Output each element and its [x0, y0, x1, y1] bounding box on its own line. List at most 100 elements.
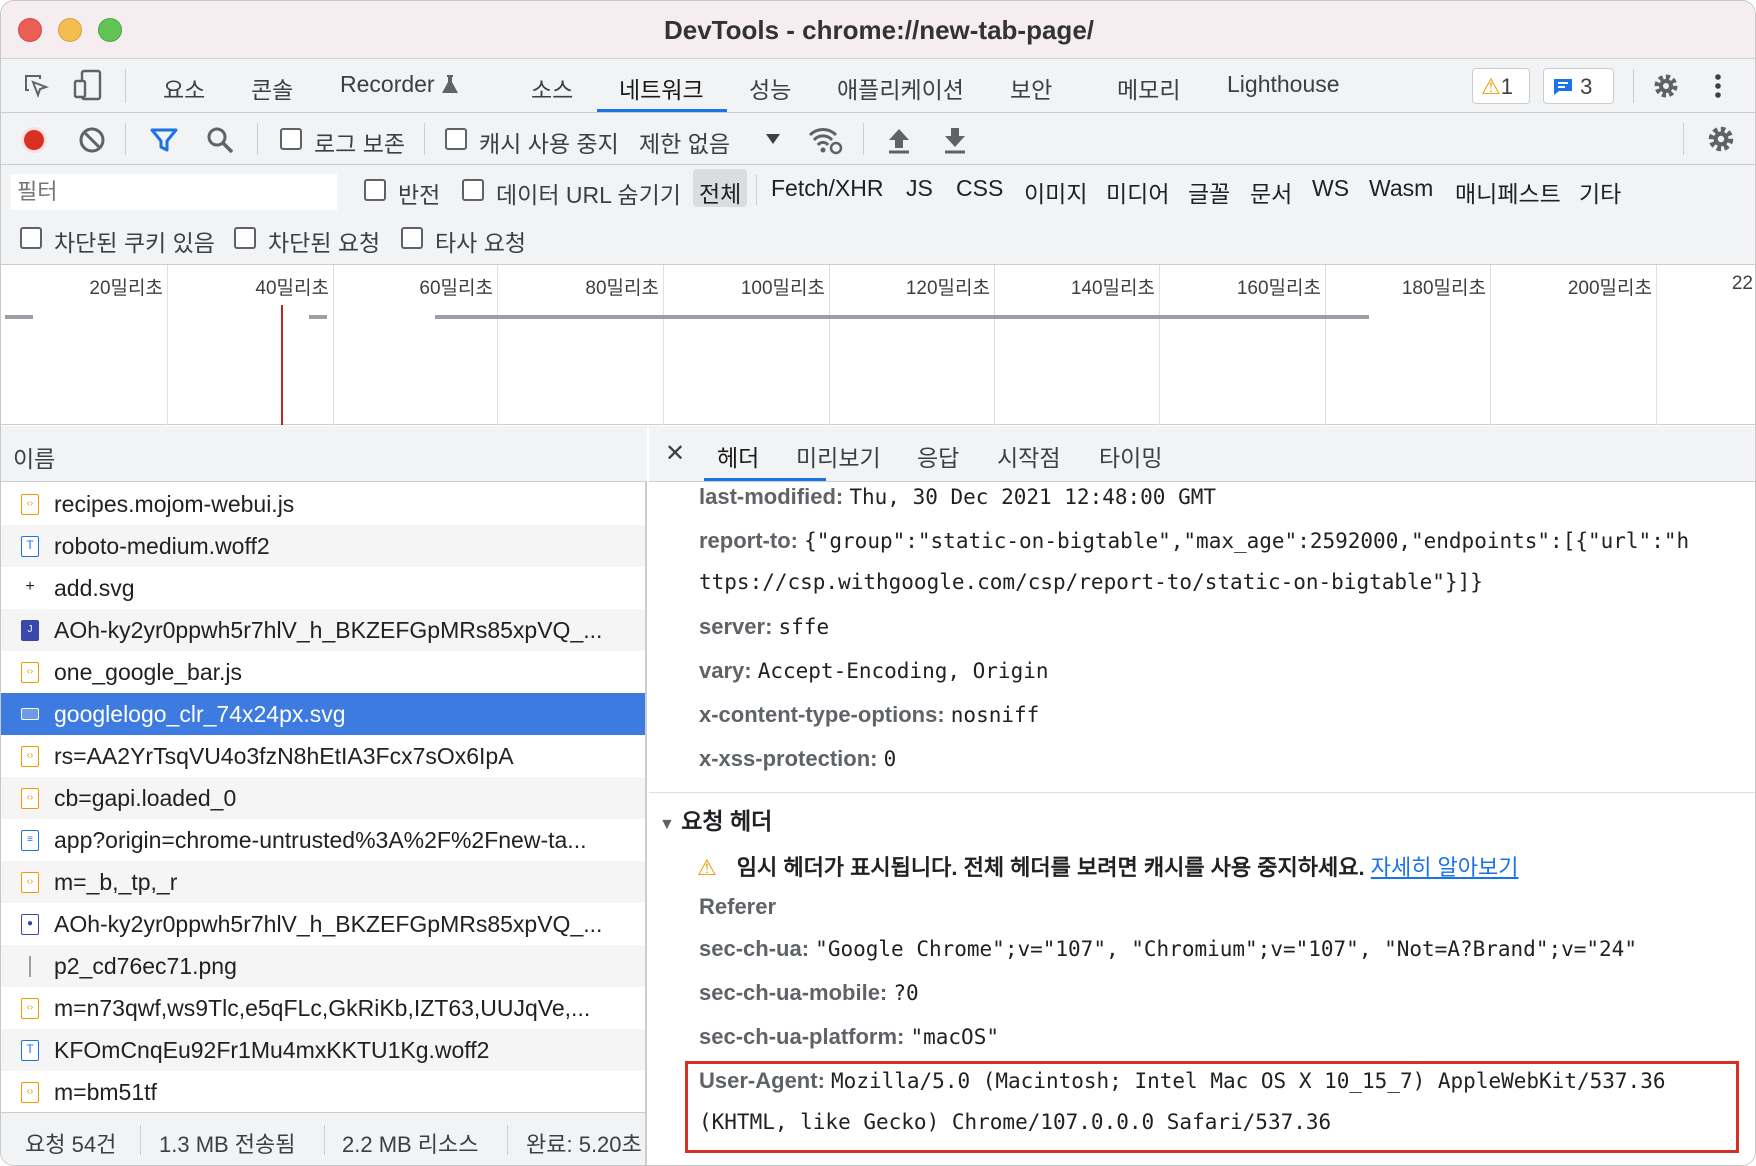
- tab-elements[interactable]: 요소: [163, 71, 205, 105]
- request-row[interactable]: ‹› recipes.mojom-webui.js: [1, 483, 645, 525]
- panel-tab-bar: 요소 콘솔 Recorder 소스 네트워크 성능 애플리케이션 보안 메모리 …: [1, 59, 1755, 113]
- request-name: rs=AA2YrTsqVU4o3fzN8hEtIA3Fcx7sOx6IpA: [54, 743, 514, 769]
- request-name: app?origin=chrome-untrusted%3A%2F%2Fnew-…: [54, 827, 587, 853]
- blocked-cookies-checkbox[interactable]: [20, 227, 42, 249]
- request-row[interactable]: ‹› rs=AA2YrTsqVU4o3fzN8hEtIA3Fcx7sOx6IpA: [1, 735, 645, 777]
- request-list: 이름 ‹› recipes.mojom-webui.js Troboto-medi…: [1, 426, 647, 1165]
- tick-label: 40밀리초: [255, 278, 329, 299]
- active-tab-indicator: [597, 109, 727, 112]
- tab-network[interactable]: 네트워크: [619, 71, 704, 105]
- script-file-icon: ‹›: [21, 998, 39, 1019]
- type-filter-img[interactable]: 이미지: [1018, 169, 1093, 207]
- record-icon[interactable]: [19, 125, 49, 155]
- tab-initiator[interactable]: 시작점: [997, 439, 1060, 473]
- type-filter-manifest[interactable]: 매니페스트: [1449, 169, 1567, 207]
- tick-label: 180밀리초: [1401, 278, 1486, 299]
- request-row[interactable]: ‹› m=_b,_tp,_r: [1, 861, 645, 903]
- request-row[interactable]: ‹› m=n73qwf,ws9Tlc,e5qFLc,GkRiKb,IZT63,UU…: [1, 987, 645, 1029]
- status-bar: 요청 54건 1.3 MB 전송됨 2.2 MB 리소스 완료: 5.20초: [1, 1112, 645, 1165]
- name-column-header[interactable]: 이름: [1, 426, 647, 482]
- request-row[interactable]: + add.svg: [1, 567, 645, 609]
- tab-response[interactable]: 응답: [917, 439, 959, 473]
- request-row[interactable]: ‹› one_google_bar.js: [1, 651, 645, 693]
- close-detail-icon[interactable]: ✕: [665, 439, 685, 468]
- request-row[interactable]: ‹› m=bm51tf: [1, 1071, 645, 1111]
- blocked-requests-checkbox[interactable]: [234, 227, 256, 249]
- request-row[interactable]: Troboto-medium.woff2: [1, 525, 645, 567]
- filter-icon[interactable]: [149, 125, 179, 155]
- messages-badge[interactable]: 3: [1543, 68, 1614, 104]
- tab-preview[interactable]: 미리보기: [796, 439, 881, 473]
- tab-security[interactable]: 보안: [1010, 71, 1052, 105]
- divider: [1633, 69, 1634, 103]
- request-row[interactable]: ‹› cb=gapi.loaded_0: [1, 777, 645, 819]
- preserve-log-checkbox[interactable]: [280, 128, 302, 150]
- throttling-select[interactable]: 제한 없음: [639, 125, 730, 159]
- type-filter-wasm[interactable]: Wasm: [1363, 169, 1439, 207]
- request-headers-section-toggle[interactable]: ▼ 요청 헤더: [659, 802, 772, 836]
- type-filter-other[interactable]: 기타: [1573, 169, 1627, 207]
- network-conditions-icon[interactable]: [807, 125, 843, 155]
- warnings-badge[interactable]: ⚠1: [1472, 68, 1530, 104]
- type-filter-media[interactable]: 미디어: [1100, 169, 1175, 207]
- header-key: x-xss-protection:: [699, 746, 878, 771]
- grid-line: [1490, 265, 1491, 425]
- request-name: add.svg: [54, 575, 135, 601]
- hide-data-urls-checkbox[interactable]: [462, 179, 484, 201]
- chevron-down-icon[interactable]: [765, 133, 781, 145]
- request-row[interactable]: ● AOh-ky2yr0ppwh5r7hlV_h_BKZEFGpMRs85xpVQ…: [1, 903, 645, 945]
- header-key: report-to:: [699, 528, 798, 553]
- tab-headers[interactable]: 헤더: [717, 439, 759, 473]
- invert-checkbox[interactable]: [364, 179, 386, 201]
- tick-label: 160밀리초: [1236, 278, 1321, 299]
- request-name: m=_b,_tp,_r: [54, 869, 178, 895]
- network-settings-icon[interactable]: [1705, 123, 1737, 155]
- tab-recorder[interactable]: Recorder: [340, 71, 459, 98]
- request-row[interactable]: ≡ app?origin=chrome-untrusted%3A%2F%2Fnew…: [1, 819, 645, 861]
- flask-icon: [442, 75, 458, 93]
- script-file-icon: ‹›: [21, 788, 39, 809]
- request-row-selected[interactable]: googlelogo_clr_74x24px.svg: [1, 693, 645, 735]
- tab-performance[interactable]: 성능: [749, 71, 791, 105]
- type-filter-css[interactable]: CSS: [950, 169, 1009, 207]
- settings-gear-icon[interactable]: [1651, 71, 1681, 101]
- timeline-overview[interactable]: 20밀리초 40밀리초 60밀리초 80밀리초 100밀리초 120밀리초 14…: [1, 265, 1755, 425]
- type-filter-ws[interactable]: WS: [1306, 169, 1355, 207]
- image-file-icon: J: [21, 620, 39, 641]
- warning-text: 임시 헤더가 표시됩니다. 전체 헤더를 보려면 캐시를 사용 중지하세요.: [736, 855, 1365, 880]
- grid-line: [1325, 265, 1326, 425]
- request-row[interactable]: T KFOmCnqEu92Fr1Mu4mxKKTU1Kg.woff2: [1, 1029, 645, 1071]
- search-icon[interactable]: [205, 125, 235, 155]
- tab-lighthouse[interactable]: Lighthouse: [1227, 71, 1340, 98]
- tick-label: 80밀리초: [585, 278, 659, 299]
- import-har-icon[interactable]: [885, 125, 913, 155]
- inspect-element-icon[interactable]: [21, 71, 51, 101]
- clear-icon[interactable]: [77, 125, 107, 155]
- type-filter-js[interactable]: JS: [900, 169, 939, 207]
- tab-console[interactable]: 콘솔: [251, 71, 293, 105]
- third-party-checkbox[interactable]: [401, 227, 423, 249]
- learn-more-link[interactable]: 자세히 알아보기: [1371, 855, 1519, 880]
- divider: [125, 69, 126, 103]
- type-filter-font[interactable]: 글꼴: [1182, 169, 1236, 207]
- tab-timing[interactable]: 타이밍: [1099, 439, 1162, 473]
- type-filter-doc[interactable]: 문서: [1244, 169, 1298, 207]
- message-icon: [1554, 79, 1572, 95]
- request-row[interactable]: p2_cd76ec71.png: [1, 945, 645, 987]
- tab-memory[interactable]: 메모리: [1117, 71, 1180, 105]
- provisional-headers-warning: ⚠ 임시 헤더가 표시됩니다. 전체 헤더를 보려면 캐시를 사용 중지하세요. …: [697, 850, 1519, 882]
- export-har-icon[interactable]: [941, 125, 969, 155]
- resources-size: 2.2 MB 리소스: [342, 1132, 479, 1157]
- filter-input[interactable]: [11, 174, 337, 210]
- font-file-icon: T: [21, 1040, 39, 1061]
- type-filter-all[interactable]: 전체: [693, 169, 748, 207]
- request-row[interactable]: J AOh-ky2yr0ppwh5r7hlV_h_BKZEFGpMRs85xpVQ…: [1, 609, 645, 651]
- device-toolbar-icon[interactable]: [73, 69, 103, 101]
- header-row: vary: Accept-Encoding, Origin: [699, 658, 1049, 684]
- more-options-icon[interactable]: [1712, 71, 1724, 101]
- type-filter-fetch-xhr[interactable]: Fetch/XHR: [765, 169, 889, 207]
- tab-sources[interactable]: 소스: [531, 71, 573, 105]
- document-file-icon: ≡: [21, 830, 39, 851]
- tab-application[interactable]: 애플리케이션: [837, 71, 964, 105]
- disable-cache-checkbox[interactable]: [445, 128, 467, 150]
